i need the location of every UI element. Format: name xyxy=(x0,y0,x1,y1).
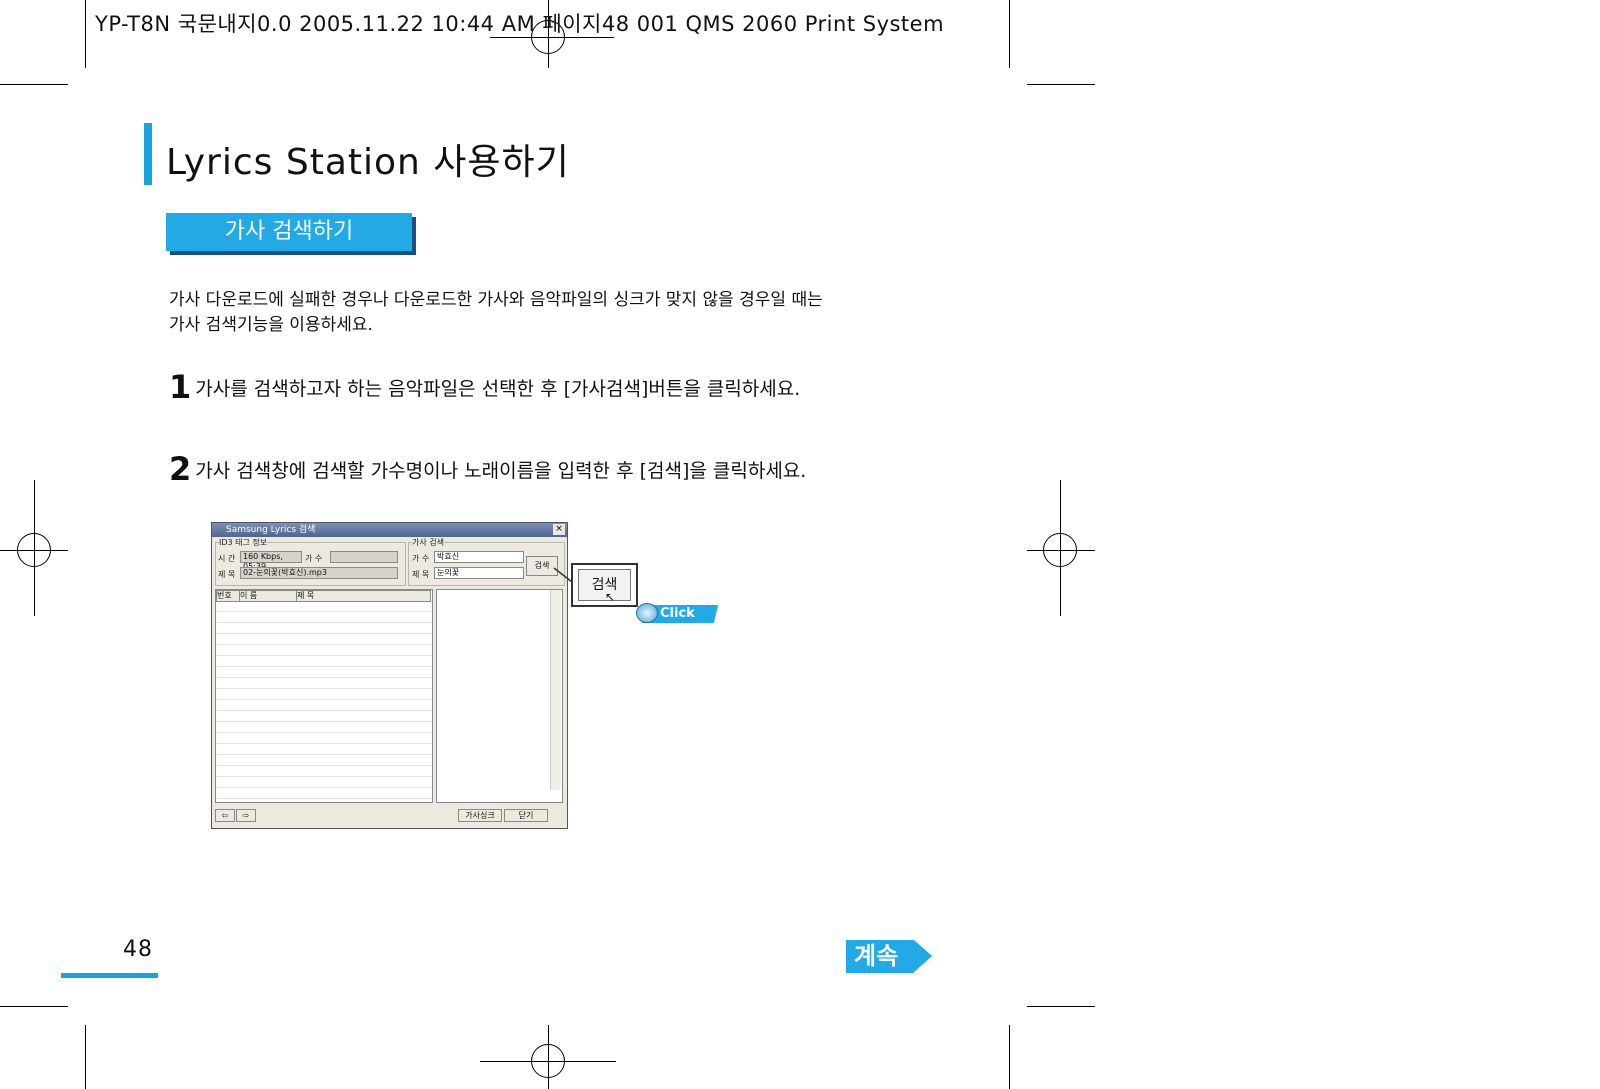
artist-label: 가 수 xyxy=(305,554,323,563)
search-group-label: 가사 검색 xyxy=(412,537,444,548)
id3-group-label: ID3 태그 정보 xyxy=(219,537,268,548)
forward-button[interactable]: ⇨ xyxy=(236,809,256,822)
title-label: 제 목 xyxy=(218,570,236,579)
search-artist-input[interactable]: 박효신 xyxy=(434,551,524,563)
crop-mark xyxy=(1009,1025,1010,1089)
crop-mark xyxy=(0,84,68,85)
search-title-label: 제 목 xyxy=(412,570,430,579)
search-artist-label: 가 수 xyxy=(412,554,430,563)
crop-mark xyxy=(1027,84,1095,85)
lyrics-search-dialog: Samsung Lyrics 검색 × ID3 태그 정보 시 간 160 Kb… xyxy=(211,522,568,829)
crop-mark xyxy=(1060,480,1061,616)
close-icon[interactable]: × xyxy=(553,524,565,535)
step-1: 1 가사를 검색하고자 하는 음악파일은 선택한 후 [가사검색]버튼을 클릭하세… xyxy=(169,368,800,406)
crop-mark xyxy=(1027,550,1095,551)
step-number: 2 xyxy=(169,450,192,488)
mouse-icon xyxy=(636,603,658,623)
step-number: 1 xyxy=(169,368,192,406)
page-title: Lyrics Station 사용하기 xyxy=(166,142,570,183)
crop-mark xyxy=(34,480,35,616)
intro-paragraph: 가사 다운로드에 실패한 경우나 다운로드한 가사와 음악파일의 싱크가 맞지 … xyxy=(169,288,869,338)
back-button[interactable]: ⇦ xyxy=(215,809,235,822)
crop-mark xyxy=(1027,1006,1095,1007)
intro-line: 가사 검색기능을 이용하세요. xyxy=(169,315,373,335)
artist-field xyxy=(330,551,398,563)
dialog-title: Samsung Lyrics 검색 xyxy=(226,525,316,535)
section-heading: 가사 검색하기 xyxy=(166,213,412,251)
continue-arrow-icon xyxy=(914,940,932,972)
close-button[interactable]: 닫기 xyxy=(504,809,548,822)
lyrics-sync-button[interactable]: 가사싱크 xyxy=(458,809,502,822)
step-text: 가사 검색창에 검색할 가수명이나 노래이름을 입력한 후 [검색]을 클릭하세… xyxy=(195,460,807,482)
continue-label: 계속 xyxy=(846,940,914,973)
time-label: 시 간 xyxy=(218,554,236,563)
cursor-icon: ↖ xyxy=(605,590,616,604)
intro-line: 가사 다운로드에 실패한 경우나 다운로드한 가사와 음악파일의 싱크가 맞지 … xyxy=(169,290,823,310)
scrollbar[interactable] xyxy=(550,590,561,790)
file-list[interactable] xyxy=(215,589,433,803)
crop-mark xyxy=(85,0,86,68)
search-title-input[interactable]: 눈의꽃 xyxy=(434,567,524,579)
col-title[interactable]: 제 목 xyxy=(296,590,431,602)
col-name[interactable]: 이 름 xyxy=(239,590,297,602)
title-field: 02-눈의꽃(박효신).mp3 xyxy=(240,567,398,579)
print-header: YP-T8N 국문내지0.0 2005.11.22 10:44 AM 페이지48… xyxy=(95,12,945,36)
page-number: 48 xyxy=(123,937,153,962)
time-field: 160 Kbps, 05:39 xyxy=(240,551,302,571)
crop-mark xyxy=(0,1006,68,1007)
col-no[interactable]: 번호 xyxy=(216,590,240,602)
crop-mark xyxy=(1009,0,1010,68)
title-accent-bar xyxy=(144,123,152,185)
crop-mark xyxy=(0,550,68,551)
step-text: 가사를 검색하고자 하는 음악파일은 선택한 후 [가사검색]버튼을 클릭하세요… xyxy=(195,378,801,400)
dialog-titlebar: Samsung Lyrics 검색 × xyxy=(212,523,567,537)
lyrics-pane[interactable] xyxy=(436,589,563,803)
crop-mark xyxy=(548,1025,549,1089)
crop-mark xyxy=(85,1025,86,1089)
page-number-bar xyxy=(61,973,158,978)
crop-mark xyxy=(480,1061,616,1062)
click-label: Click xyxy=(660,606,695,621)
step-2: 2 가사 검색창에 검색할 가수명이나 노래이름을 입력한 후 [검색]을 클릭하… xyxy=(169,450,806,488)
